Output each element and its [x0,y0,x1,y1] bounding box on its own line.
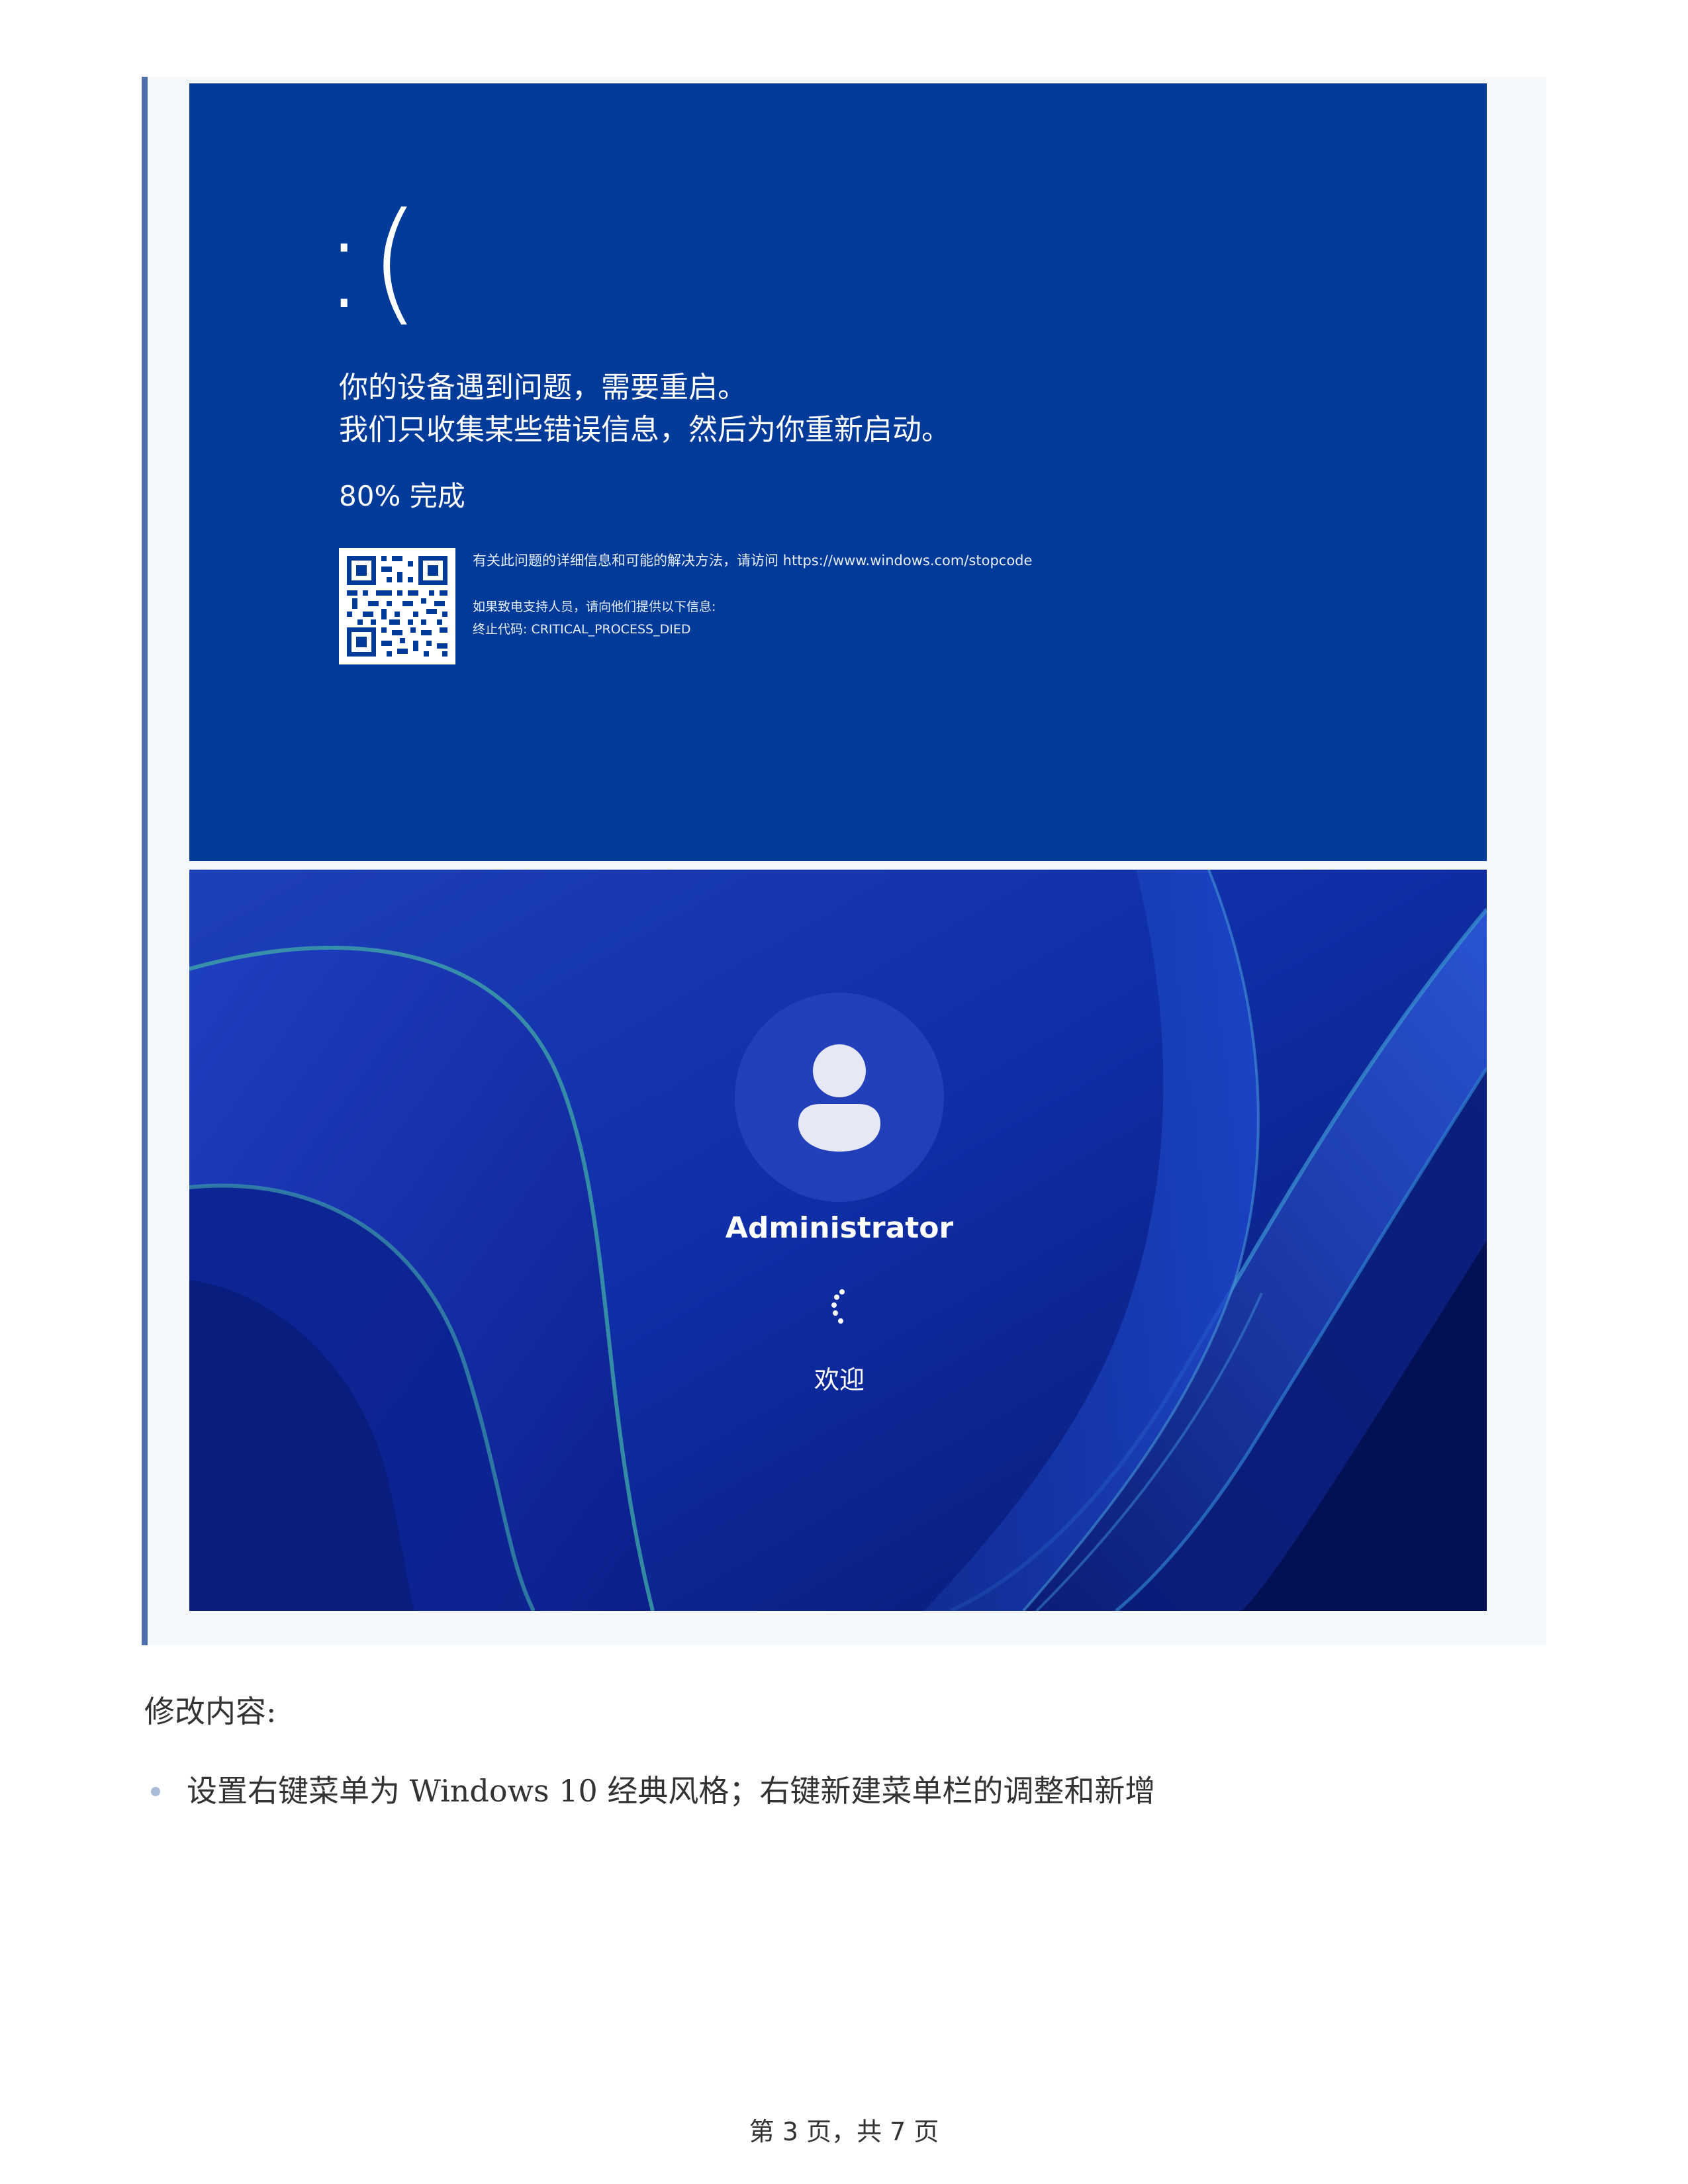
bsod-info-support: 如果致电支持人员，请向他们提供以下信息: [473,600,716,614]
sad-face: :( [322,185,424,339]
section-label: 修改内容: [144,1694,277,1729]
bsod-message-line1: 你的设备遇到问题，需要重启。 [339,371,747,404]
bullet-icon [151,1787,160,1796]
user-icon [798,1044,880,1152]
bsod-message-line2: 我们只收集某些错误信息，然后为你重新启动。 [339,413,951,447]
bsod-info-stopcode-url: 有关此问题的详细信息和可能的解决方法，请访问 https://www.windo… [473,553,1033,569]
username-label: Administrator [725,1211,954,1245]
bsod-screenshot: :( 你的设备遇到问题，需要重启。 我们只收集某些错误信息，然后为你重新启动。 … [189,83,1487,861]
avatar [735,993,944,1202]
bsod-progress: 80% 完成 [339,480,465,512]
list-item: 设置右键菜单为 Windows 10 经典风格；右键新建菜单栏的调整和新增 [144,1771,1155,1811]
bsod-info-stop-code: 终止代码: CRITICAL_PROCESS_DIED [473,622,691,637]
loading-spinner-icon [831,1289,845,1324]
welcome-status: 欢迎 [814,1365,865,1394]
qr-code-icon [339,548,455,664]
list-item-text: 设置右键菜单为 Windows 10 经典风格；右键新建菜单栏的调整和新增 [187,1773,1156,1809]
login-screenshot: Administrator 欢迎 [189,870,1487,1611]
change-list: 设置右键菜单为 Windows 10 经典风格；右键新建菜单栏的调整和新增 [144,1771,1155,1811]
page-number: 第 3 页，共 7 页 [749,2117,939,2146]
